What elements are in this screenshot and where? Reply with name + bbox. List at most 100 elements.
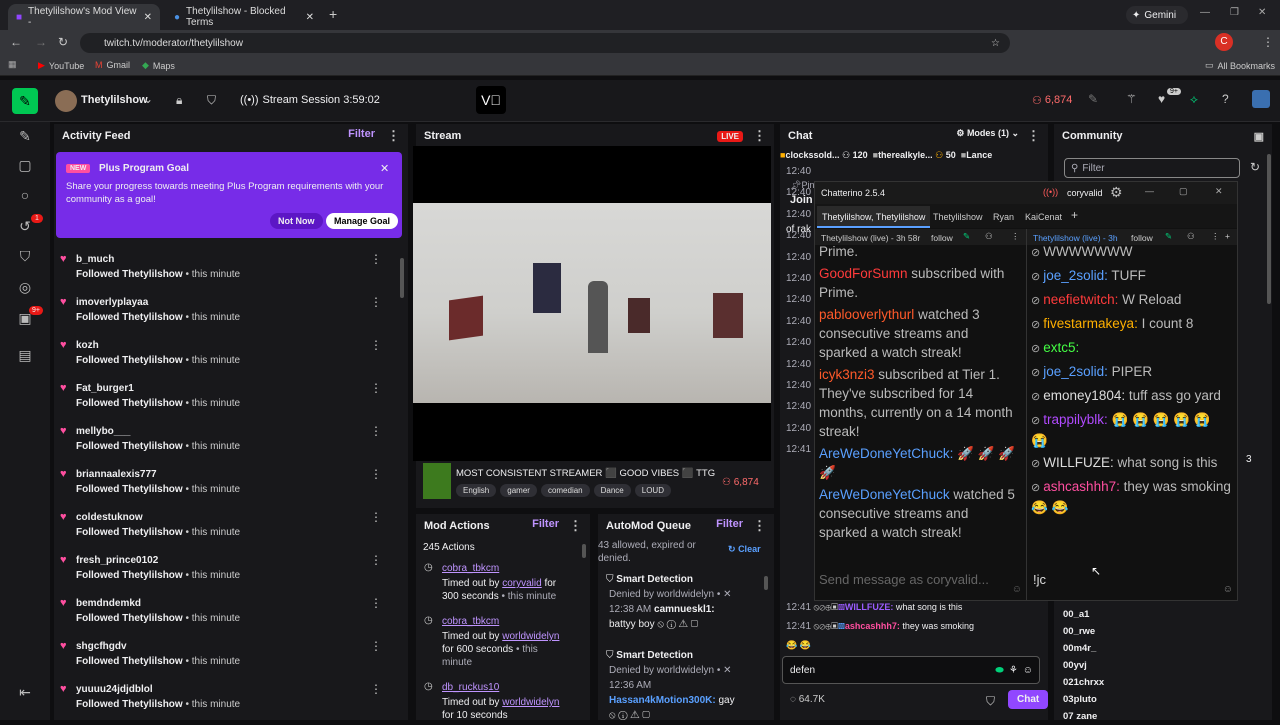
stream-tag[interactable]: Dance xyxy=(593,484,631,497)
follower-name[interactable]: Fat_burger1 xyxy=(76,383,134,394)
gear-icon[interactable]: ⚙ xyxy=(1110,184,1123,201)
mod-icon[interactable]: ⊘ xyxy=(1031,391,1043,403)
bookmark-gmail[interactable]: M Gmail xyxy=(95,60,130,70)
avatar[interactable] xyxy=(1252,90,1270,108)
mod-view-logo-icon[interactable]: ✎ xyxy=(12,88,38,114)
more-icon[interactable]: ⋮ xyxy=(370,553,382,567)
stream-tag[interactable]: gamer xyxy=(500,484,537,497)
more-icon[interactable]: ⋮ xyxy=(753,128,766,144)
url-input[interactable]: twitch.tv/moderator/thetylilshow ☆ xyxy=(80,33,1010,53)
username[interactable]: AreWeDoneYetChuck xyxy=(819,487,950,502)
close-icon[interactable]: ✕ xyxy=(306,12,314,23)
send-chat-button[interactable]: Chat xyxy=(1008,690,1049,709)
minimize-button[interactable]: — xyxy=(1145,186,1154,196)
circle-icon[interactable]: ○ xyxy=(13,185,37,205)
back-arrow-icon[interactable]: ← xyxy=(10,35,22,49)
close-icon[interactable]: ✕ xyxy=(723,665,731,676)
username[interactable]: trappilyblk: xyxy=(1043,412,1108,427)
follower-name[interactable]: coldestuknow xyxy=(76,512,143,523)
community-user[interactable]: 00_rwe xyxy=(1063,623,1183,640)
mod-icon[interactable]: ⊘ xyxy=(1031,367,1043,379)
more-icon[interactable]: ⋮ xyxy=(370,338,382,352)
exit-icon[interactable]: ⇤ xyxy=(13,682,37,702)
mod-sword-icon[interactable]: ✎ xyxy=(1165,231,1172,242)
close-icon[interactable]: ✕ xyxy=(380,162,389,175)
emoji-icon[interactable]: ☺ xyxy=(1223,584,1233,595)
not-now-button[interactable]: Not Now xyxy=(270,213,323,229)
manage-goal-button[interactable]: Manage Goal xyxy=(326,213,399,229)
emote-suggestion-icon[interactable]: ⬬ xyxy=(995,665,1004,676)
shield-icon[interactable]: ⛉ xyxy=(13,246,37,266)
stream-tag[interactable]: LOUD xyxy=(634,484,671,497)
mod-icon[interactable]: ⊘ xyxy=(1031,295,1043,307)
account-name[interactable]: coryvalid xyxy=(1067,188,1103,198)
follower-name[interactable]: bemdndemkd xyxy=(76,598,141,609)
stream-tag[interactable]: comedian xyxy=(540,484,590,497)
users-icon[interactable]: ⚇ xyxy=(1187,231,1195,242)
chatterino-tab[interactable]: Ryan xyxy=(993,212,1014,222)
filter-button[interactable]: Filter xyxy=(348,128,375,144)
pencil-icon[interactable]: ✎ xyxy=(1088,92,1098,106)
mod-icon[interactable]: ⊘ xyxy=(1031,247,1043,259)
refresh-icon[interactable]: ↻ xyxy=(1250,160,1260,174)
follower-name[interactable]: yuuuu24jdjdblol xyxy=(76,684,153,695)
menu-icon[interactable]: ⋮ xyxy=(1262,35,1274,49)
username[interactable]: joe_2solid: xyxy=(1043,364,1108,379)
window-close-button[interactable]: ✕ xyxy=(1258,7,1266,18)
more-icon[interactable]: ⋮ xyxy=(753,518,766,534)
scrollbar[interactable] xyxy=(764,576,768,590)
shield-icon[interactable]: ⛉ xyxy=(986,694,995,709)
more-icon[interactable]: ⋮ xyxy=(370,295,382,309)
scrollbar[interactable] xyxy=(400,258,404,298)
mod-icon[interactable]: ⊘ xyxy=(1031,415,1043,427)
user-link[interactable]: cobra_tbkcm xyxy=(442,615,582,628)
community-user[interactable]: 00yvj xyxy=(1063,657,1183,674)
maximize-button[interactable]: ❐ xyxy=(1230,7,1239,18)
more-icon[interactable]: ⋮ xyxy=(387,128,400,144)
channel-name[interactable]: Thetylilshow xyxy=(81,94,148,106)
shield-icon[interactable]: ⛉ xyxy=(207,93,216,108)
community-user[interactable]: 00_a1 xyxy=(1063,606,1183,623)
avatar[interactable]: C xyxy=(1215,33,1233,51)
chatterino-tab[interactable]: KaiCenat xyxy=(1025,212,1062,222)
mod-icon[interactable]: ⊘ xyxy=(1031,343,1043,355)
more-icon[interactable]: ⋮ xyxy=(370,596,382,610)
chat-input[interactable]: defen ⬬ ⚘ ☺ xyxy=(782,656,1040,684)
more-icon[interactable]: ⋮ xyxy=(370,639,382,653)
video-player[interactable] xyxy=(413,203,771,403)
more-icon[interactable]: ⋮ xyxy=(370,252,382,266)
all-bookmarks[interactable]: ▭ All Bookmarks xyxy=(1205,60,1275,71)
community-user[interactable]: 021chrxx xyxy=(1063,674,1183,691)
username[interactable]: pablooverlythurl xyxy=(819,307,914,322)
chevron-down-icon[interactable]: ⌄ xyxy=(143,92,153,106)
user-link[interactable]: worldwidelyn xyxy=(502,631,559,642)
mod-icon[interactable]: ⊘ xyxy=(1031,319,1043,331)
close-icon[interactable]: ✕ xyxy=(144,12,152,23)
add-tab-button[interactable]: + xyxy=(1071,208,1078,222)
minimize-button[interactable]: — xyxy=(1200,7,1210,18)
username[interactable]: joe_2solid: xyxy=(1043,268,1108,283)
extension-icon[interactable]: V⃞ xyxy=(476,86,506,114)
mod-icon[interactable]: ⊘ xyxy=(1031,482,1043,494)
community-user[interactable]: 00m4r_ xyxy=(1063,640,1183,657)
add-split-icon[interactable]: + xyxy=(1225,231,1230,241)
follower-name[interactable]: b_much xyxy=(76,254,114,265)
action-icons[interactable]: ⦸ ⓘ ⚠ ▢ xyxy=(609,708,762,723)
more-icon[interactable]: ⋮ xyxy=(370,682,382,696)
more-icon[interactable]: ⋮ xyxy=(1211,231,1220,242)
mod-icon[interactable]: ⊘ xyxy=(1031,271,1043,283)
users-icon[interactable]: ⚇ xyxy=(985,231,993,242)
filter-button[interactable]: Filter xyxy=(716,518,743,534)
username[interactable]: emoney1804: xyxy=(1043,388,1125,403)
close-icon[interactable]: ✕ xyxy=(723,589,731,600)
follower-name[interactable]: mellybo___ xyxy=(76,426,130,437)
mod-sword-icon[interactable]: ✎ xyxy=(963,231,970,242)
forward-arrow-icon[interactable]: → xyxy=(35,35,47,49)
reload-icon[interactable]: ↻ xyxy=(58,35,68,49)
chat-icon[interactable]: ▢ xyxy=(13,155,37,175)
chatterino-tab[interactable]: Thetylilshow, Thetylilshow xyxy=(817,206,931,228)
collapse-icon[interactable]: ▣ xyxy=(1254,130,1264,143)
more-icon[interactable]: ⋮ xyxy=(370,510,382,524)
more-icon[interactable]: ⋮ xyxy=(1027,128,1040,144)
emoji-icon[interactable]: ☺ xyxy=(1012,584,1022,595)
